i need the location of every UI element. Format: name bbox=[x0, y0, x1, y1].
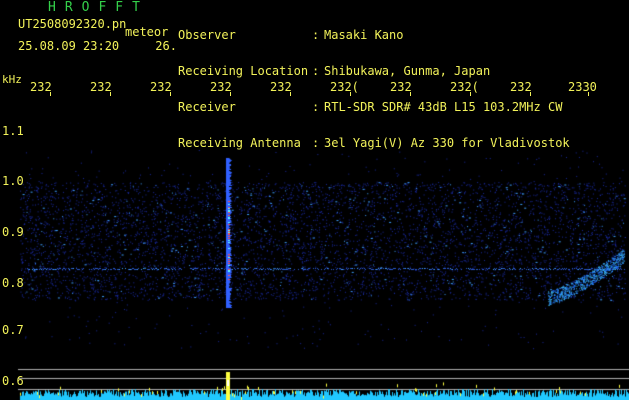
x-tick-label: 232 bbox=[390, 80, 412, 94]
x-tick-label: 232 bbox=[210, 80, 232, 94]
x-tick-mark bbox=[50, 92, 51, 96]
x-tick-mark bbox=[350, 92, 351, 96]
x-tick-label: 232 bbox=[90, 80, 112, 94]
x-tick-label: 232( bbox=[330, 80, 359, 94]
x-tick-mark bbox=[470, 92, 471, 96]
y-tick-label: 0.8 bbox=[2, 276, 24, 290]
observer-label: Observer bbox=[178, 28, 236, 42]
antenna-row: Receiving Antenna:3el Yagi(V) Az 330 for… bbox=[178, 137, 570, 149]
x-tick-mark bbox=[588, 92, 589, 96]
y-tick-label: 1.0 bbox=[2, 174, 24, 188]
y-tick-label: 0.6 bbox=[2, 374, 24, 388]
y-tick-label: 0.7 bbox=[2, 323, 24, 337]
antenna-label: Receiving Antenna bbox=[178, 136, 301, 150]
receiver-label: Receiver bbox=[178, 100, 236, 114]
x-tick-mark bbox=[170, 92, 171, 96]
separator: : bbox=[312, 136, 320, 150]
antenna-value: 3el Yagi(V) Az 330 for Vladivostok bbox=[324, 136, 570, 150]
receiver-row: Receiver: RTL-SDR SDR# 43dB L15 103.2MHz … bbox=[178, 101, 570, 113]
date-time-value: 25.08.09 23:20 bbox=[18, 39, 120, 53]
x-tick-label: 232 bbox=[150, 80, 172, 94]
y-tick-label: 0.9 bbox=[2, 225, 24, 239]
event-label: meteor bbox=[125, 25, 169, 39]
x-tick-label: 232 bbox=[270, 80, 292, 94]
location-row: Receiving Location: Shibukawa, Gunma, Jap… bbox=[178, 65, 570, 77]
separator: : bbox=[312, 28, 320, 42]
date-time: 25.08.09 23:20 26. bbox=[18, 40, 177, 52]
location-label: Receiving Location bbox=[178, 64, 309, 78]
y-tick-label: 1.1 bbox=[2, 124, 24, 138]
x-tick-label: 232( bbox=[450, 80, 479, 94]
location-value: Shibukawa, Gunma, Japan bbox=[324, 64, 491, 78]
x-tick-mark bbox=[230, 92, 231, 96]
separator: : bbox=[312, 100, 320, 114]
x-tick-label: 232 bbox=[510, 80, 532, 94]
file-name: UT2508092320.pn bbox=[18, 17, 127, 31]
separator: : bbox=[312, 64, 320, 78]
x-tick-label: 232 bbox=[30, 80, 52, 94]
x-tick-label: 2330 bbox=[568, 80, 597, 94]
x-tick-mark bbox=[110, 92, 111, 96]
x-tick-mark bbox=[290, 92, 291, 96]
observer-row: Observer: Masaki Kano bbox=[178, 29, 570, 41]
observer-value: Masaki Kano bbox=[324, 28, 404, 42]
app-title: HROFFT bbox=[48, 0, 149, 15]
receiver-value: RTL-SDR SDR# 43dB L15 103.2MHz CW bbox=[324, 100, 563, 114]
x-tick-mark bbox=[410, 92, 411, 96]
x-tick-mark bbox=[530, 92, 531, 96]
extra-value: 26. bbox=[155, 39, 177, 53]
y-axis-unit: kHz bbox=[2, 73, 22, 86]
